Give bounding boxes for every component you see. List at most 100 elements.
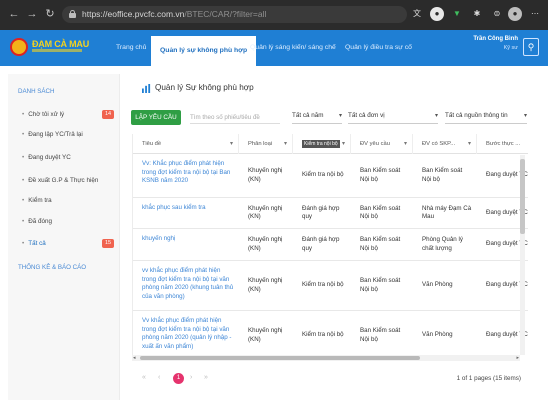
- filter-icon: ▾: [403, 141, 407, 147]
- table-row[interactable]: Vv: Khắc phục điểm phát hiện trong đợt k…: [133, 154, 528, 198]
- profile-icon[interactable]: ●: [508, 7, 522, 21]
- pagination-info: 1 of 1 pages (15 items): [456, 375, 521, 382]
- cell-source: Đánh giá hợp quy: [302, 236, 340, 252]
- last-page-icon[interactable]: »: [204, 374, 208, 381]
- sidebar-item-all[interactable]: • Tất cả 15: [22, 237, 114, 251]
- sidebar-item-drafting[interactable]: • Đang lập YC/Trả lại: [22, 128, 114, 142]
- scroll-left-icon[interactable]: ◂: [133, 355, 136, 361]
- browser-toolbar: ← → ↻ https://eoffice.pvcfc.com.vn/BTEC/…: [0, 0, 548, 30]
- user-name[interactable]: Trần Công Bình: [473, 36, 518, 42]
- current-page-button[interactable]: 1: [173, 373, 184, 384]
- cell-requester: Ban Kiểm soát Nội bộ: [360, 277, 401, 293]
- first-page-icon[interactable]: «: [142, 374, 146, 381]
- sidebar-item-pending[interactable]: • Chờ tôi xử lý 14: [22, 108, 114, 122]
- cell-requester: Ban Kiểm soát Nội bộ: [360, 167, 401, 183]
- cell-title[interactable]: Vv: Khắc phục điểm phát hiện trong đợt k…: [133, 154, 239, 197]
- reload-icon[interactable]: ↻: [42, 6, 58, 22]
- caret-down-icon: ▾: [434, 113, 438, 119]
- user-avatar-icon[interactable]: ⚲: [523, 38, 539, 56]
- collections-icon[interactable]: ⊜: [490, 7, 504, 21]
- cell-type: Khuyến nghị (KN): [248, 167, 283, 183]
- column-header-unit[interactable]: ĐV có SKP... ▾: [413, 134, 477, 154]
- cell-unit: Văn Phòng: [422, 281, 453, 289]
- scroll-right-icon[interactable]: ▸: [516, 355, 519, 361]
- cell-requester: Ban Kiểm soát Nội bộ: [360, 204, 401, 221]
- cell-type: Khuyến nghị (KN): [248, 277, 283, 293]
- nav-incident[interactable]: Quản lý điều tra sự cố: [345, 30, 412, 66]
- translate-icon[interactable]: 文: [410, 7, 424, 21]
- sidebar-item-closed[interactable]: • Đã đóng: [22, 215, 114, 229]
- nav-nonconformity[interactable]: Quản lý sự không phù hợp: [151, 36, 257, 66]
- table-row[interactable]: khuyến nghị Khuyến nghị (KN) Đánh giá hợ…: [133, 229, 528, 261]
- cell-title[interactable]: khắc phục sau kiểm tra: [133, 198, 239, 228]
- scrollbar-thumb[interactable]: [520, 159, 525, 234]
- back-icon[interactable]: ←: [6, 6, 22, 22]
- cell-type: Khuyến nghị (KN): [248, 327, 283, 343]
- column-header-step[interactable]: Bước thực ...: [477, 134, 528, 154]
- url-text: https://eoffice.pvcfc.com.vn/BTEC/CAR/?f…: [82, 9, 266, 19]
- vertical-scrollbar[interactable]: [520, 155, 525, 355]
- year-filter-select[interactable]: Tất cả năm ▾: [292, 110, 342, 124]
- filter-icon: ▾: [229, 141, 233, 147]
- cell-source: Kiểm tra nội bộ: [302, 331, 344, 339]
- create-request-button[interactable]: LẬP YÊU CẦU: [131, 110, 181, 125]
- cell-unit: Phòng Quản lý chất lượng: [422, 236, 463, 252]
- filter-icon: ▾: [467, 141, 471, 147]
- sidebar: DANH SÁCH • Chờ tôi xử lý 14 • Đang lập YC/…: [8, 74, 120, 400]
- menu-dots-icon[interactable]: ⋯: [528, 7, 542, 21]
- filter-icon: ▾: [341, 141, 345, 147]
- sidebar-item-proposal[interactable]: • Đề xuất G.P & Thực hiện: [22, 174, 114, 188]
- column-header-title[interactable]: Tiêu đề ▾: [133, 134, 239, 154]
- cell-source: Kiểm tra nội bộ: [302, 281, 344, 289]
- cell-requester: Ban Kiểm soát Nội bộ: [360, 327, 401, 343]
- sidebar-item-inspection[interactable]: • Kiểm tra: [22, 194, 114, 208]
- cell-requester: Ban Kiểm soát Nội bộ: [360, 236, 401, 252]
- forward-icon[interactable]: →: [24, 6, 40, 22]
- logo-text: ĐẠM CÀ MAU: [32, 39, 89, 49]
- address-bar[interactable]: https://eoffice.pvcfc.com.vn/BTEC/CAR/?f…: [62, 6, 407, 23]
- bar-chart-icon: [142, 84, 151, 93]
- user-role: Kỹ sư: [503, 45, 518, 51]
- logo[interactable]: ĐẠM CÀ MAU: [10, 37, 96, 59]
- scrollbar-thumb[interactable]: [140, 356, 420, 360]
- url-host: https://eoffice.pvcfc.com.vn: [82, 9, 185, 19]
- source-filter-select[interactable]: Tất cả nguồn thông tin ▾: [445, 110, 527, 124]
- horizontal-scrollbar[interactable]: ◂ ▸: [132, 355, 520, 361]
- url-path: /BTEC/CAR/?filter=all: [184, 9, 267, 19]
- cell-title[interactable]: Vv khắc phục điểm phát hiện trong đợt ki…: [133, 311, 239, 360]
- table-row[interactable]: khắc phục sau kiểm tra Khuyến nghị (KN) …: [133, 198, 528, 229]
- column-header-source[interactable]: Kiểm tra nội bộ ▾: [293, 134, 351, 154]
- app-header: ĐẠM CÀ MAU Trang chủ Quản lý sự không ph…: [0, 30, 548, 66]
- page-title: Quản lý Sự không phù hợp: [155, 83, 254, 92]
- cell-source: Kiểm tra nội bộ: [302, 171, 344, 179]
- column-header-type[interactable]: Phân loại ▾: [239, 134, 293, 154]
- sidebar-item-approving[interactable]: • Đang duyệt YC: [22, 151, 114, 165]
- nav-home[interactable]: Trang chủ: [116, 30, 146, 66]
- table-row[interactable]: Vv khắc phục điểm phát hiện trong đợt ki…: [133, 311, 528, 360]
- data-table: Tiêu đề ▾ Phân loại ▾ Kiểm tra nội bộ ▾ ĐV …: [132, 134, 528, 360]
- caret-down-icon: ▾: [523, 113, 527, 119]
- cell-title[interactable]: vv khắc phục điểm phát hiện trong đợt ki…: [133, 261, 239, 310]
- nav-innovation[interactable]: Quản lý sáng kiến/ sáng chế: [250, 30, 336, 66]
- filter-icon: ▾: [283, 141, 287, 147]
- cell-unit: Ban Kiểm soát Nội bộ: [422, 167, 463, 183]
- puzzle-icon[interactable]: ✱: [470, 7, 484, 21]
- prev-page-icon[interactable]: ‹: [158, 374, 160, 381]
- sidebar-section-reports[interactable]: THỐNG KÊ & BÁO CÁO: [18, 264, 86, 271]
- cell-source: Đánh giá hợp quy: [302, 204, 340, 221]
- unit-filter-select[interactable]: Tất cả đơn vị ▾: [348, 110, 438, 124]
- count-badge: 14: [102, 110, 114, 119]
- cell-unit: Văn Phòng: [422, 331, 453, 339]
- cell-title[interactable]: khuyến nghị: [133, 229, 239, 260]
- caret-down-icon: ▾: [338, 113, 342, 119]
- next-page-icon[interactable]: ›: [190, 374, 192, 381]
- sidebar-section-list: DANH SÁCH: [18, 88, 55, 95]
- extension-icon[interactable]: ●: [430, 7, 444, 21]
- shield-icon[interactable]: ▼: [450, 7, 464, 21]
- table-row[interactable]: vv khắc phục điểm phát hiện trong đợt ki…: [133, 261, 528, 311]
- column-header-requester[interactable]: ĐV yêu cầu ▾: [351, 134, 413, 154]
- cell-type: Khuyến nghị (KN): [248, 236, 283, 252]
- search-input[interactable]: [190, 112, 280, 124]
- cell-type: Khuyến nghị (KN): [248, 204, 283, 221]
- table-header: Tiêu đề ▾ Phân loại ▾ Kiểm tra nội bộ ▾ ĐV …: [133, 134, 528, 154]
